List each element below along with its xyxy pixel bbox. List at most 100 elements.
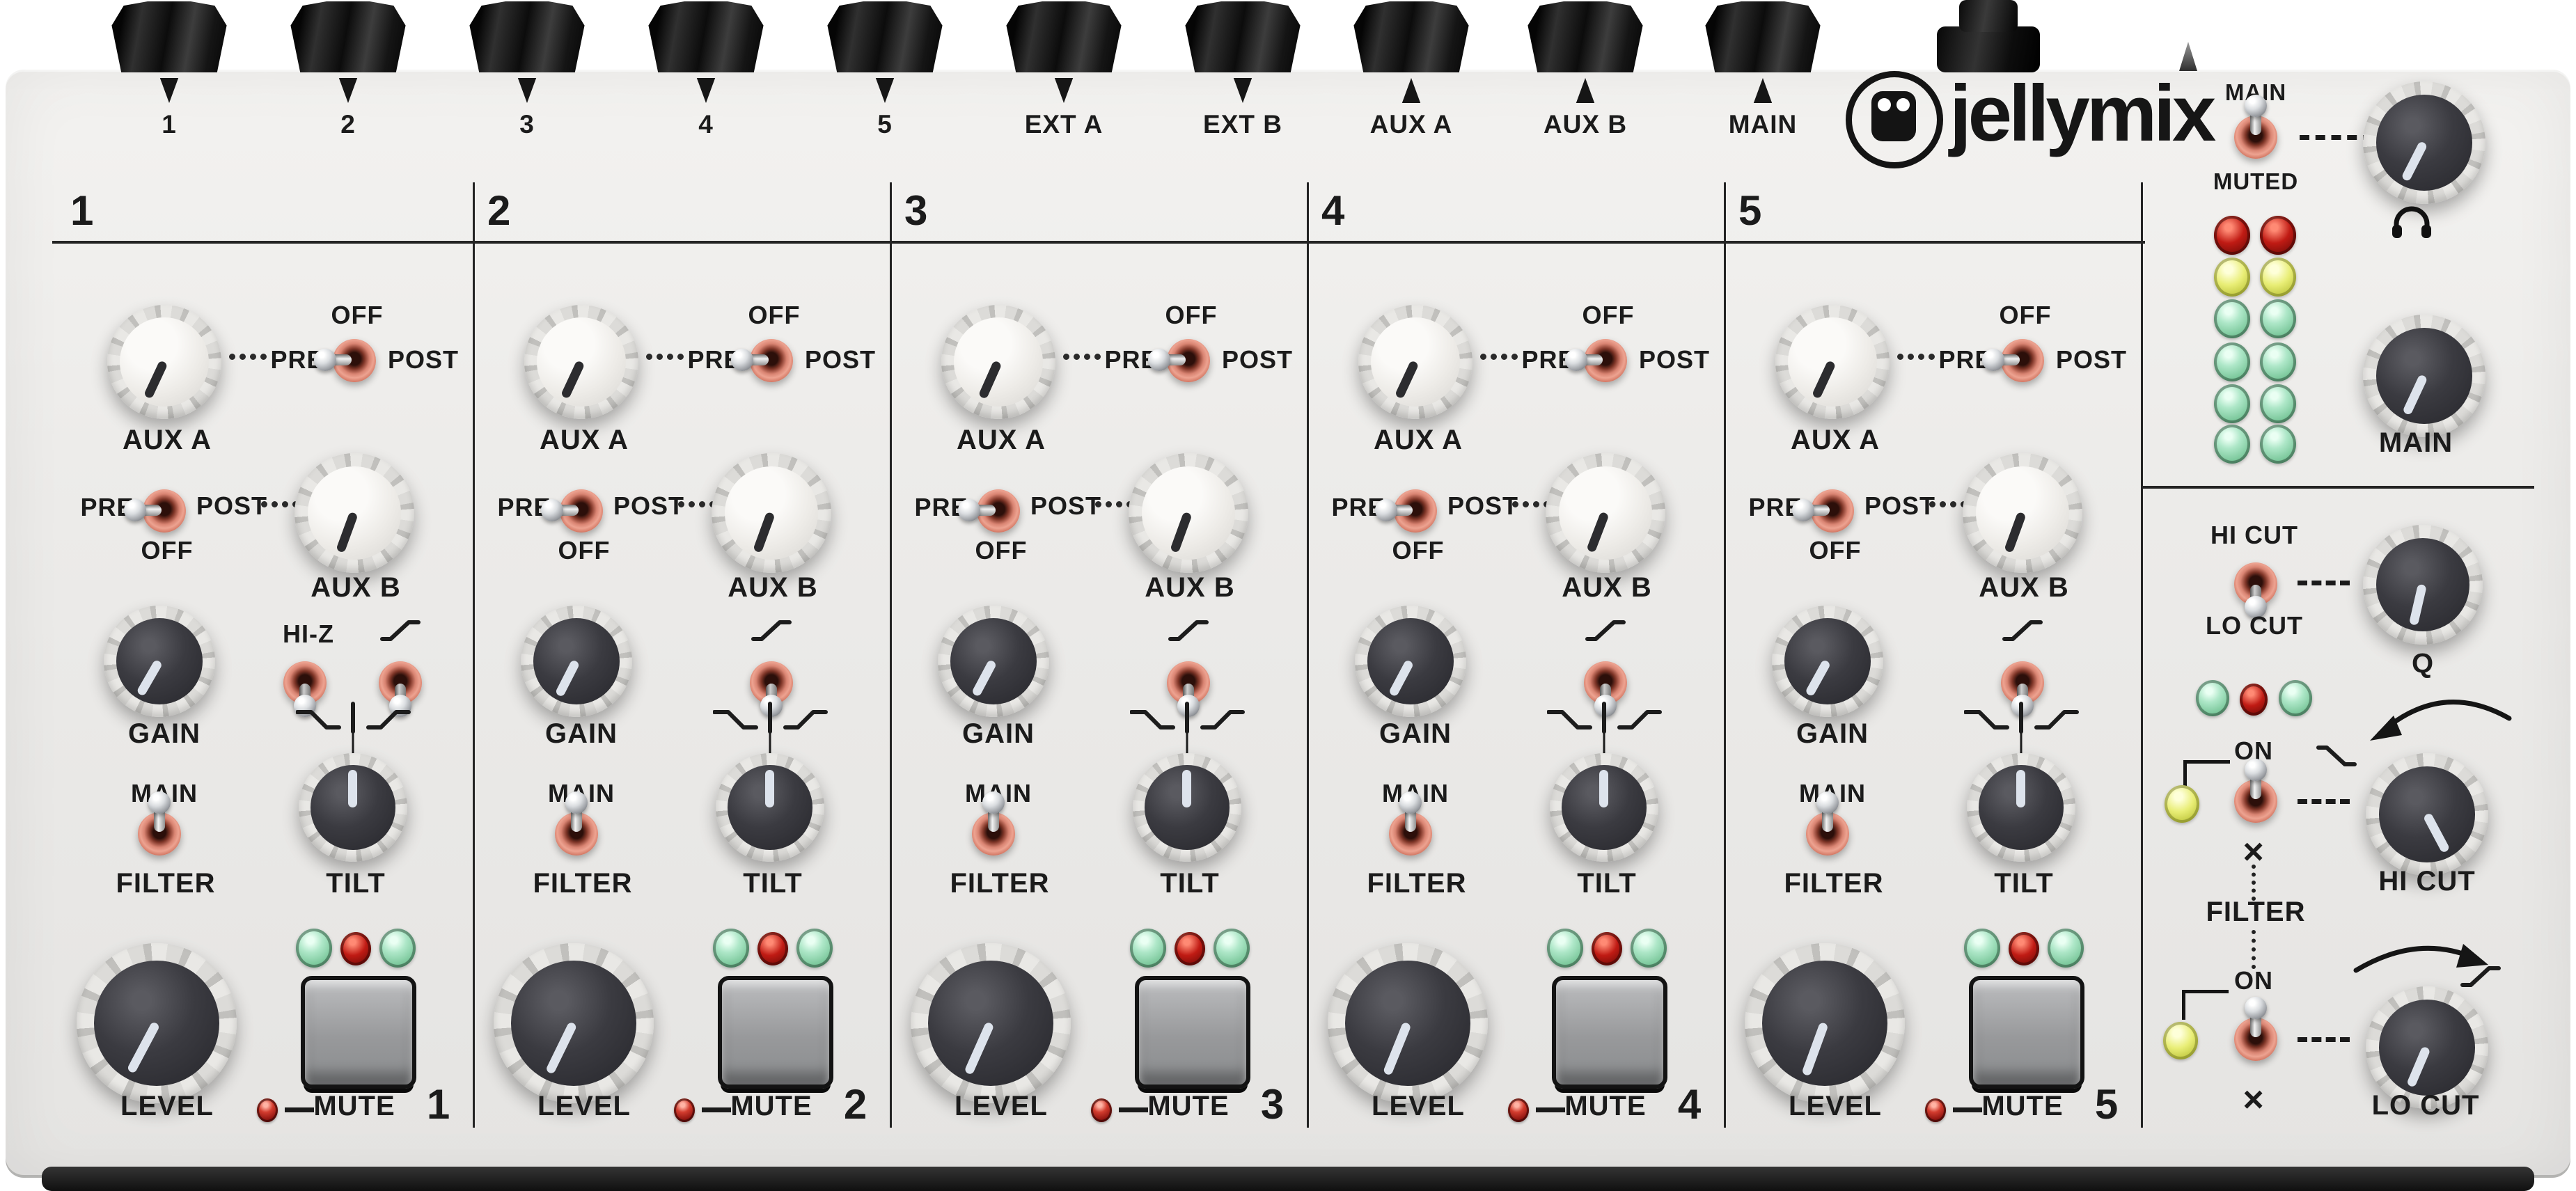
meter-led	[2214, 258, 2250, 297]
channel-number: 5	[1738, 187, 1787, 235]
signal-led	[296, 929, 332, 968]
filter-led	[2279, 680, 2312, 716]
signal-led	[1547, 929, 1583, 968]
top-jack-knob[interactable]	[109, 1, 229, 72]
level-knob[interactable]	[77, 943, 237, 1103]
dotted-connector	[2252, 865, 2256, 901]
top-mini-toggle-icon[interactable]	[2179, 42, 2197, 71]
aux-b-knob[interactable]	[712, 453, 831, 573]
headphones-icon	[2391, 206, 2433, 239]
aux-a-knob[interactable]	[941, 305, 1055, 419]
aux-a-label: AUX A	[1335, 425, 1502, 456]
level-knob[interactable]	[911, 943, 1071, 1103]
level-knob[interactable]	[1328, 943, 1488, 1103]
aux-b-knob[interactable]	[1129, 453, 1248, 573]
rising-slope-icon	[1168, 617, 1209, 645]
channel-number: 3	[904, 187, 953, 235]
main-filter-switch[interactable]	[1388, 804, 1433, 862]
top-jack-knob[interactable]	[288, 1, 408, 72]
monitor-muted-label: MUTED	[2193, 168, 2318, 195]
gain-label: GAIN	[1332, 718, 1499, 750]
main-filter-switch[interactable]	[137, 804, 182, 862]
top-jack-knob[interactable]	[646, 1, 766, 72]
mute-label: MUTE	[1105, 1091, 1272, 1122]
top-encoder-knob[interactable]	[1937, 26, 2040, 72]
main-filter-switch[interactable]	[554, 804, 599, 862]
top-jack-knob[interactable]	[1004, 1, 1124, 72]
signal-led	[1631, 929, 1667, 968]
lo-cut-label: LO CUT	[2342, 1090, 2509, 1121]
level-knob[interactable]	[494, 943, 654, 1103]
tilt-knob[interactable]	[1967, 753, 2075, 862]
gain-knob[interactable]	[521, 606, 632, 717]
signal-led	[796, 929, 833, 968]
aux-a-mode-switch[interactable]	[2000, 331, 2045, 389]
dotted-connector	[2252, 930, 2256, 969]
aux-a-knob[interactable]	[524, 305, 638, 419]
aux-b-knob[interactable]	[1546, 453, 1665, 573]
mute-button[interactable]	[1969, 976, 2084, 1089]
aux-a-mode-switch[interactable]	[332, 331, 377, 389]
top-jack-knob[interactable]	[1351, 1, 1471, 72]
aux-b-knob[interactable]	[294, 453, 414, 573]
mute-button[interactable]	[301, 976, 416, 1089]
tilt-label: TILT	[689, 868, 856, 899]
q-knob[interactable]	[2363, 525, 2483, 645]
dotted-connector	[1512, 501, 1550, 507]
rising-slope-icon	[2002, 617, 2043, 645]
monitor-mute-switch[interactable]	[2233, 107, 2278, 166]
hi-z-label: HI-Z	[260, 620, 357, 649]
top-jack-knob[interactable]	[1703, 1, 1823, 72]
main-level-knob[interactable]	[2363, 315, 2485, 437]
level-label: LEVEL	[1752, 1091, 1919, 1122]
hi-cut-position-label: HI CUT	[2185, 521, 2324, 550]
channel-number-bottom: 2	[831, 1080, 880, 1128]
mute-button[interactable]	[1135, 976, 1250, 1089]
lo-cut-on-switch[interactable]	[2233, 1009, 2278, 1068]
hi-cut-knob[interactable]	[2366, 753, 2488, 876]
aux-b-mode-switch[interactable]	[976, 481, 1021, 539]
gain-knob[interactable]	[104, 606, 215, 717]
aux-a-mode-switch[interactable]	[749, 331, 794, 389]
aux-a-label: AUX A	[918, 425, 1085, 456]
aux-b-mode-switch[interactable]	[1810, 481, 1855, 539]
tilt-knob[interactable]	[716, 753, 824, 862]
meter-led	[2214, 384, 2250, 423]
tilt-knob[interactable]	[1133, 753, 1241, 862]
aux-b-mode-switch[interactable]	[142, 481, 187, 539]
aux-a-post-label: POST	[375, 345, 472, 374]
gain-knob[interactable]	[938, 606, 1049, 717]
top-jack-knob[interactable]	[1525, 1, 1645, 72]
gain-knob[interactable]	[1355, 606, 1466, 717]
tilt-knob[interactable]	[299, 753, 407, 862]
aux-b-mode-switch[interactable]	[559, 481, 604, 539]
top-jack-knob[interactable]	[1183, 1, 1303, 72]
phones-knob[interactable]	[2363, 81, 2485, 204]
aux-b-knob[interactable]	[1963, 453, 2082, 573]
aux-a-mode-switch[interactable]	[1583, 331, 1628, 389]
aux-a-mode-switch[interactable]	[1166, 331, 1211, 389]
top-encoder-cap[interactable]	[1959, 0, 2018, 32]
tilt-knob[interactable]	[1550, 753, 1658, 862]
meter-led	[2260, 342, 2296, 381]
level-knob[interactable]	[1745, 943, 1905, 1103]
aux-b-label: AUX B	[689, 572, 856, 604]
aux-a-knob[interactable]	[1358, 305, 1472, 419]
hi-cut-on-switch[interactable]	[2233, 771, 2278, 830]
main-filter-switch[interactable]	[971, 804, 1016, 862]
top-jack-knob[interactable]	[467, 1, 587, 72]
mute-button[interactable]	[718, 976, 833, 1089]
aux-a-knob[interactable]	[1775, 305, 1890, 419]
meter-led	[2260, 425, 2296, 464]
gain-knob[interactable]	[1772, 606, 1883, 717]
main-filter-switch[interactable]	[1805, 804, 1850, 862]
aux-b-mode-switch[interactable]	[1393, 481, 1438, 539]
hi-lo-cut-select-switch[interactable]	[2233, 554, 2278, 613]
mute-button[interactable]	[1552, 976, 1667, 1089]
channel-strip: 3 OFF PRE POST AUX A PRE POST OFF AUX B …	[892, 70, 1309, 1178]
aux-a-off-label: OFF	[712, 301, 837, 330]
tilt-label: TILT	[1523, 868, 1690, 899]
aux-a-knob[interactable]	[107, 305, 221, 419]
top-jack-knob[interactable]	[825, 1, 945, 72]
lo-cut-off-mark: ×	[2233, 1079, 2275, 1121]
